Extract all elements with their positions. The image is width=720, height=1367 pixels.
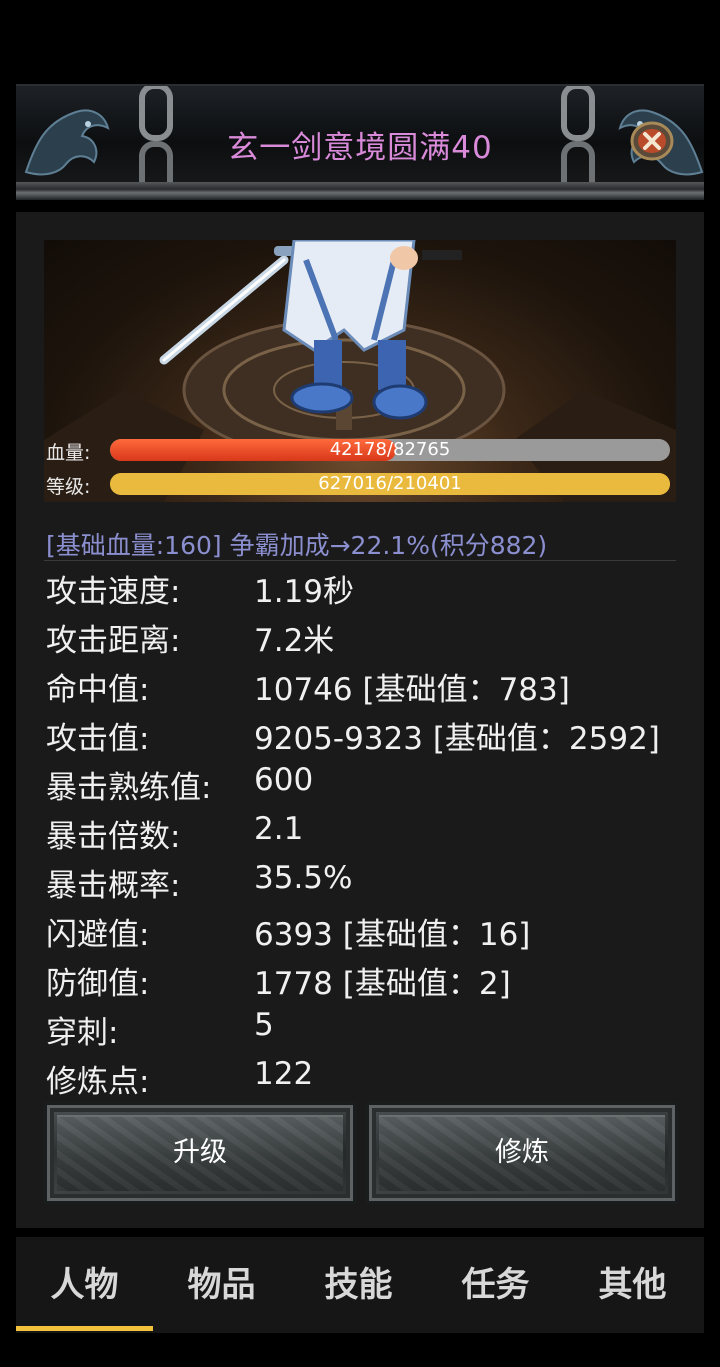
stat-value: 1.19秒 (254, 574, 355, 610)
stat-name: 穿刺: (46, 1015, 119, 1051)
stat-name: 修炼点: (46, 1064, 150, 1100)
stat-value: 9205-9323 [基础值：2592] (254, 721, 660, 757)
stat-row: 防御值: 1778 [基础值：2] (0, 958, 720, 1004)
stat-value: 122 (254, 1056, 314, 1092)
stat-row: 暴击概率: 35.5% (0, 860, 720, 906)
stat-value: 1778 [基础值：2] (254, 966, 511, 1002)
stat-row: 闪避值: 6393 [基础值：16] (0, 909, 720, 955)
tab-items[interactable]: 物品 (153, 1237, 290, 1333)
hp-value: 42178/82765 (329, 439, 451, 460)
level-bar: 627016/210401 (110, 473, 670, 495)
bonus-line: [基础血量:160] 争霸加成→22.1%(积分882) (46, 531, 548, 560)
stat-row: 攻击值: 9205-9323 [基础值：2592] (0, 713, 720, 759)
stat-name: 防御值: (46, 966, 150, 1002)
stat-value: 5 (254, 1007, 274, 1043)
game-screen: 玄一剑意境圆满40 血量: 42178/82765 等级: 627016/210… (0, 0, 720, 1367)
banner-metal-bar (16, 182, 704, 200)
stat-name: 攻击速度: (46, 574, 181, 610)
train-button-label: 修炼 (495, 1137, 549, 1168)
divider (44, 560, 676, 561)
stat-name: 暴击倍数: (46, 819, 181, 855)
hp-label: 血量: (46, 442, 91, 464)
character-portrait-art (44, 240, 676, 502)
stat-value: 35.5% (254, 860, 353, 896)
stat-row: 暴击倍数: 2.1 (0, 811, 720, 857)
stat-value: 2.1 (254, 811, 304, 847)
title-banner: 玄一剑意境圆满40 (16, 84, 704, 200)
stat-name: 暴击概率: (46, 868, 181, 904)
stat-name: 暴击熟练值: (46, 770, 212, 806)
page-title: 玄一剑意境圆满40 (227, 130, 493, 166)
level-label: 等级: (46, 476, 91, 498)
upgrade-button-label: 升级 (173, 1137, 227, 1168)
tab-quests[interactable]: 任务 (427, 1237, 564, 1333)
stat-value: 10746 [基础值：783] (254, 672, 570, 708)
hp-bar: 42178/82765 (110, 439, 670, 461)
stat-name: 攻击值: (46, 721, 150, 757)
stat-name: 攻击距离: (46, 623, 181, 659)
stat-row: 修炼点: 122 (0, 1056, 720, 1102)
stat-row: 命中值: 10746 [基础值：783] (0, 664, 720, 710)
tab-other[interactable]: 其他 (564, 1237, 701, 1333)
dragon-ornament-icon (24, 109, 110, 176)
stat-value: 7.2米 (254, 623, 335, 659)
character-portrait (44, 240, 676, 502)
upgrade-button[interactable]: 升级 (44, 1102, 356, 1204)
stat-row: 暴击熟练值: 600 (0, 762, 720, 808)
stat-value: 6393 [基础值：16] (254, 917, 531, 953)
stat-row: 攻击速度: 1.19秒 (0, 566, 720, 612)
stat-value: 600 (254, 762, 314, 798)
close-icon[interactable] (629, 121, 675, 161)
level-value: 627016/210401 (318, 473, 462, 494)
stat-name: 命中值: (46, 672, 150, 708)
tab-skills[interactable]: 技能 (290, 1237, 427, 1333)
train-button[interactable]: 修炼 (366, 1102, 678, 1204)
active-tab-indicator (16, 1326, 153, 1331)
stat-row: 穿刺: 5 (0, 1007, 720, 1053)
stat-row: 攻击距离: 7.2米 (0, 615, 720, 661)
tab-character[interactable]: 人物 (16, 1237, 153, 1333)
stat-name: 闪避值: (46, 917, 150, 953)
